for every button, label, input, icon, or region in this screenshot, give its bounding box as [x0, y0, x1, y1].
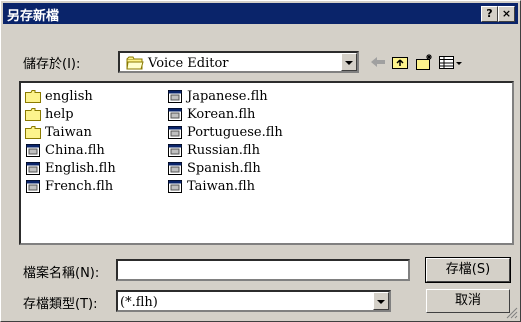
file-name: French.flh	[45, 178, 114, 194]
folder-icon	[126, 56, 144, 70]
file-list[interactable]: english help Taiwan China.flh English.fl…	[19, 81, 514, 245]
flh-file-icon	[168, 143, 182, 157]
list-item[interactable]: Russian.flh	[167, 141, 260, 159]
file-name: Taiwan.flh	[187, 178, 255, 194]
folder-name: Taiwan	[45, 124, 92, 140]
list-item[interactable]: China.flh	[25, 141, 105, 159]
view-menu-icon[interactable]	[438, 53, 464, 71]
filetype-label: 存檔類型(T):	[23, 297, 98, 312]
cancel-button[interactable]: 取消	[426, 289, 510, 313]
folder-name: help	[45, 106, 74, 122]
save-in-dropdown-button[interactable]	[341, 53, 357, 71]
filename-field[interactable]	[116, 259, 410, 281]
flh-file-icon	[26, 179, 40, 193]
list-item[interactable]: Japanese.flh	[167, 87, 268, 105]
flh-file-icon	[26, 143, 40, 157]
filetype-dropdown[interactable]: (*.flh)	[116, 290, 391, 312]
list-item[interactable]: Taiwan.flh	[167, 177, 255, 195]
flh-file-icon	[168, 161, 182, 175]
chevron-down-icon	[345, 61, 353, 65]
folder-icon	[25, 89, 41, 103]
file-name: China.flh	[45, 142, 105, 158]
filetype-value: (*.flh)	[120, 295, 158, 310]
new-folder-icon[interactable]	[415, 53, 433, 71]
file-name: English.flh	[45, 160, 116, 176]
folder-icon	[25, 107, 41, 121]
save-in-value: Voice Editor	[148, 56, 229, 71]
list-item[interactable]: Portuguese.flh	[167, 123, 283, 141]
title-bar: 另存新檔 ? ×	[3, 3, 518, 24]
file-name: Russian.flh	[187, 142, 260, 158]
file-name: Japanese.flh	[187, 88, 268, 104]
list-item[interactable]: english	[25, 87, 93, 105]
resize-grip-icon[interactable]	[506, 307, 518, 319]
save-in-label: 儲存於(I):	[23, 57, 81, 72]
file-name: Portuguese.flh	[187, 124, 283, 140]
list-item[interactable]: English.flh	[25, 159, 116, 177]
flh-file-icon	[168, 107, 182, 121]
list-item[interactable]: Korean.flh	[167, 105, 255, 123]
close-button[interactable]: ×	[498, 6, 515, 22]
save-in-dropdown[interactable]: Voice Editor	[118, 51, 359, 73]
back-arrow-icon[interactable]	[369, 53, 387, 71]
save-as-dialog: 另存新檔 ? × 儲存於(I): Voice Editor english he…	[0, 0, 521, 322]
file-name: Korean.flh	[187, 106, 256, 122]
chevron-down-icon	[377, 300, 385, 304]
flh-file-icon	[168, 125, 182, 139]
folder-name: english	[45, 88, 93, 104]
file-name: Spanish.flh	[187, 160, 261, 176]
save-button[interactable]: 存檔(S)	[425, 257, 511, 283]
folder-icon	[25, 125, 41, 139]
list-item[interactable]: French.flh	[25, 177, 113, 195]
flh-file-icon	[168, 89, 182, 103]
filename-label: 檔案名稱(N):	[23, 266, 100, 281]
flh-file-icon	[26, 161, 40, 175]
list-item[interactable]: help	[25, 105, 74, 123]
list-item[interactable]: Taiwan	[25, 123, 92, 141]
filetype-dropdown-button[interactable]	[373, 292, 389, 310]
up-folder-icon[interactable]	[391, 53, 409, 71]
flh-file-icon	[168, 179, 182, 193]
window-title: 另存新檔	[7, 9, 60, 24]
help-button[interactable]: ?	[481, 6, 498, 22]
list-item[interactable]: Spanish.flh	[167, 159, 261, 177]
